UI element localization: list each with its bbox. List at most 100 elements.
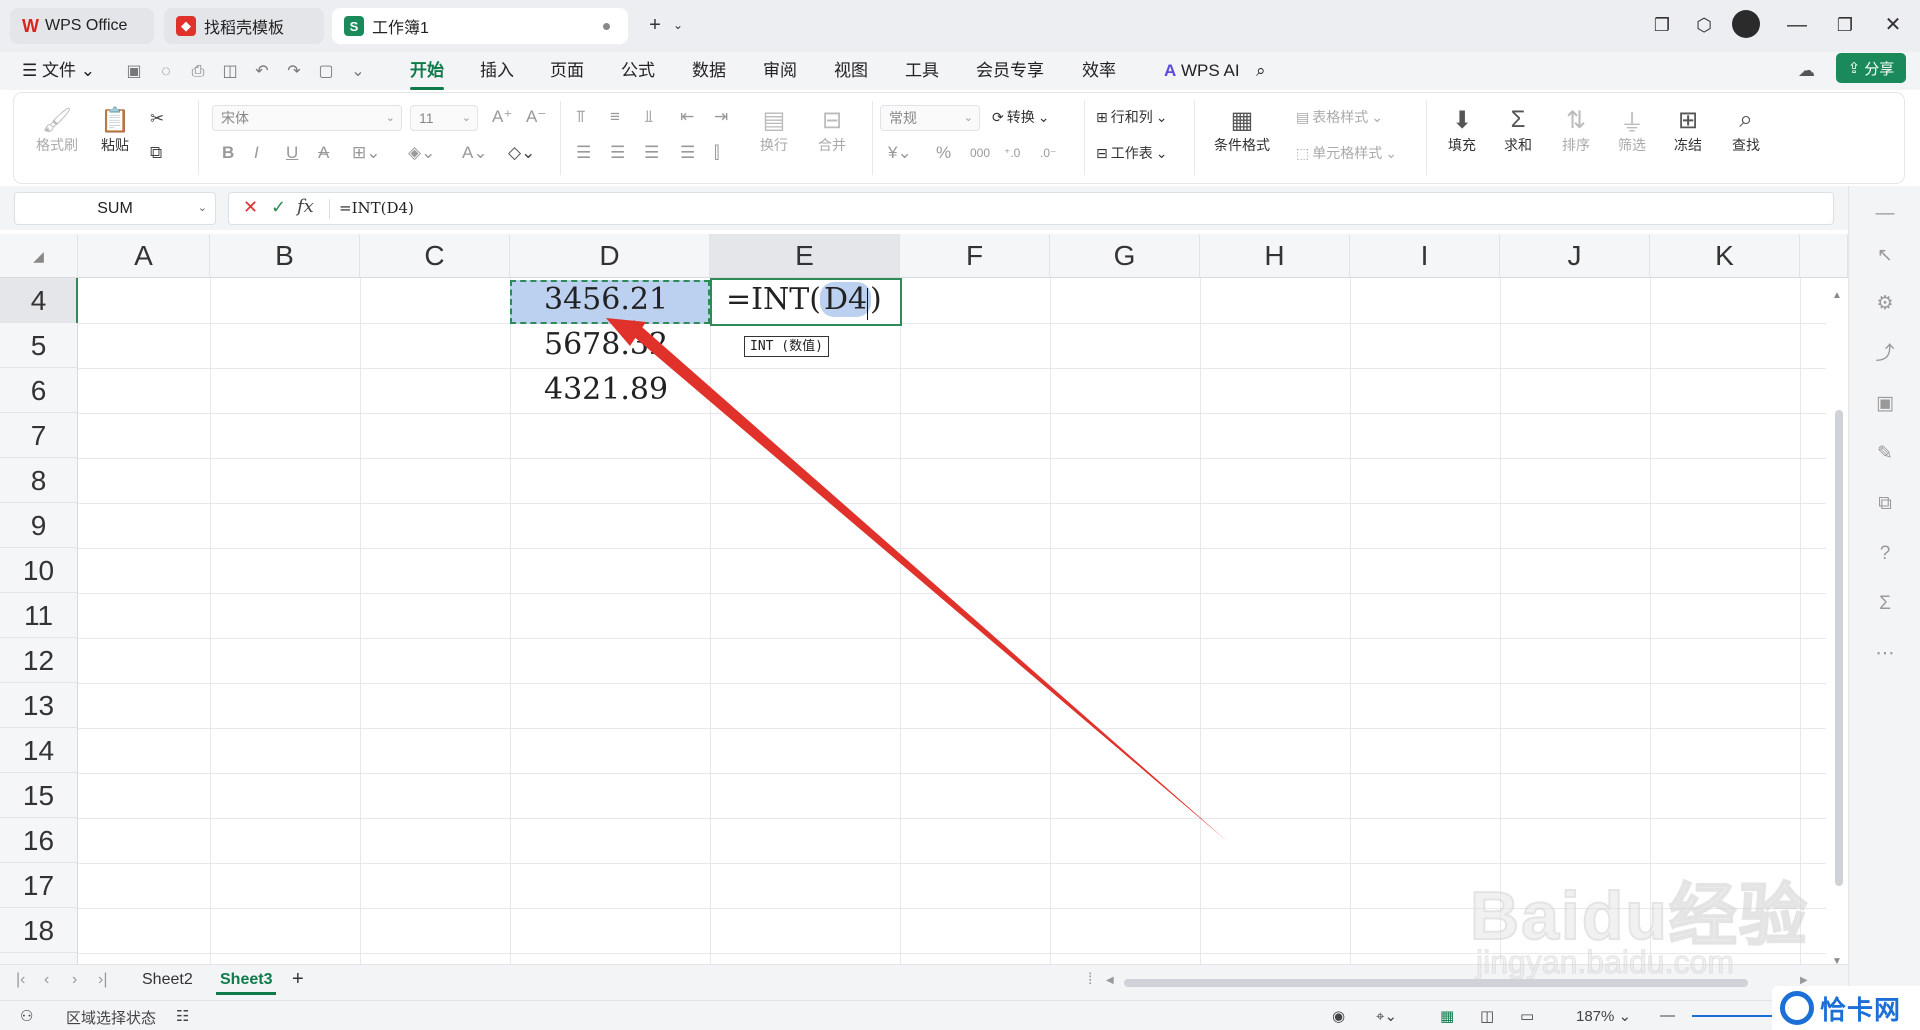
bookmark-icon[interactable]: ⧉ — [1873, 492, 1897, 516]
zoom-out-icon[interactable]: — — [1660, 1007, 1675, 1024]
distribute-icon[interactable]: ⫿ — [714, 143, 719, 163]
row-header-11[interactable]: 11 — [0, 593, 78, 638]
scroll-up-icon[interactable]: ▲ — [1832, 290, 1842, 301]
print-preview-icon[interactable]: ◫ — [220, 62, 240, 82]
row-col-button[interactable]: ⊞ 行和列 ⌄ — [1096, 107, 1167, 127]
settings-sliders-icon[interactable]: ⚙ — [1873, 292, 1897, 316]
row-header-18[interactable]: 18 — [0, 908, 78, 953]
font-size-select[interactable]: 11 ⌄ — [410, 105, 478, 131]
thousands-icon[interactable]: 000 — [970, 143, 990, 163]
bold-icon[interactable]: B — [222, 143, 234, 163]
cloud-upload-icon[interactable]: ☁ — [1798, 58, 1815, 84]
increase-indent-icon[interactable]: ⇥ — [714, 107, 728, 127]
new-tab-plus-icon[interactable]: + — [640, 12, 670, 38]
align-left-icon[interactable]: ☰ — [576, 143, 591, 163]
window-mode-icon[interactable]: ❐ — [1648, 12, 1676, 38]
currency-icon[interactable]: ¥⌄ — [888, 143, 912, 163]
cut-icon[interactable]: ✂ — [150, 109, 164, 129]
column-header-k[interactable]: K — [1650, 234, 1800, 278]
sheet-tab-sheet2[interactable]: Sheet2 — [142, 971, 193, 989]
convert-button[interactable]: ⟳ 转换 ⌄ — [992, 107, 1049, 127]
cancel-icon[interactable]: ✕ — [243, 197, 258, 218]
row-header-6[interactable]: 6 — [0, 368, 78, 413]
increase-font-icon[interactable]: A⁺ — [492, 107, 512, 127]
copy-icon[interactable]: ⧉ — [150, 143, 162, 163]
conditional-format-button[interactable]: ▦ 条件格式 — [1204, 105, 1280, 155]
column-header-g[interactable]: G — [1050, 234, 1200, 278]
column-header-i[interactable]: I — [1350, 234, 1500, 278]
more-icon[interactable]: ⋯ — [1873, 642, 1897, 666]
column-header-f[interactable]: F — [900, 234, 1050, 278]
confirm-check-icon[interactable]: ✓ — [271, 197, 286, 218]
row-header-17[interactable]: 17 — [0, 863, 78, 908]
underline-icon[interactable]: U — [286, 143, 298, 163]
row-header-14[interactable]: 14 — [0, 728, 78, 773]
sheet-list-icon[interactable]: ☷ — [176, 1007, 189, 1025]
scroll-down-icon[interactable]: ▼ — [1832, 956, 1842, 964]
scroll-left-icon[interactable]: ◀ — [1106, 975, 1114, 986]
zoom-slider[interactable] — [1692, 1015, 1772, 1017]
align-center-icon[interactable]: ☰ — [610, 143, 625, 163]
align-right-icon[interactable]: ☰ — [644, 143, 659, 163]
menu-view[interactable]: 视图 — [834, 58, 868, 84]
tab-list-chevron-icon[interactable]: ⌄ — [668, 12, 688, 38]
sum-button[interactable]: Σ 求和 — [1494, 105, 1542, 155]
cell-style-button[interactable]: ⬚ 单元格样式 ⌄ — [1296, 143, 1397, 163]
align-bottom-icon[interactable]: ⫫ — [644, 107, 654, 127]
freeze-button[interactable]: ⊞ 冻结 — [1664, 105, 1712, 155]
align-top-icon[interactable]: ⫪ — [576, 107, 586, 127]
border-icon[interactable]: ⊞⌄ — [352, 143, 381, 163]
row-header-10[interactable]: 10 — [0, 548, 78, 593]
normal-view-icon[interactable]: ▦ — [1440, 1007, 1454, 1025]
row-header-19[interactable] — [0, 953, 78, 964]
percent-icon[interactable]: % — [936, 143, 951, 163]
spreadsheet-grid[interactable]: ◢ A B C D E F G H I J K 4 5 6 7 8 9 10 1… — [0, 234, 1848, 964]
column-header-c[interactable]: C — [360, 234, 510, 278]
column-header-h[interactable]: H — [1200, 234, 1350, 278]
more-quick-chevron-icon[interactable]: ⌄ — [348, 62, 368, 82]
justify-icon[interactable]: ☰ — [680, 143, 695, 163]
prev-sheet-icon[interactable]: ‹ — [44, 971, 49, 989]
name-box[interactable]: SUM ⌄ — [14, 192, 216, 225]
eye-protection-icon[interactable]: ◉ — [1332, 1007, 1345, 1025]
row-header-12[interactable]: 12 — [0, 638, 78, 683]
select-all-corner[interactable]: ◢ — [0, 234, 78, 278]
sort-button[interactable]: ⇅ 排序 — [1552, 105, 1600, 155]
sheet-tab-sheet3[interactable]: Sheet3 — [215, 971, 277, 995]
clear-icon[interactable]: ◇⌄ — [508, 143, 535, 163]
page-break-icon[interactable]: ▭ — [1520, 1007, 1534, 1025]
wps-ai-button[interactable]: A WPS AI — [1164, 58, 1240, 84]
print-icon[interactable]: ⎙ — [188, 62, 208, 82]
row-header-5[interactable]: 5 — [0, 323, 78, 368]
font-color-icon[interactable]: A⌄ — [462, 143, 488, 163]
fill-button[interactable]: ⬇ 填充 — [1438, 105, 1486, 155]
undo-icon[interactable]: ↶ — [252, 62, 272, 82]
column-header-d[interactable]: D — [510, 234, 710, 278]
tools-icon[interactable]: ✎ — [1873, 442, 1897, 466]
column-header-b[interactable]: B — [210, 234, 360, 278]
tab-docer-templates[interactable]: ◆ 找稻壳模板 — [164, 8, 324, 44]
next-sheet-icon[interactable]: › — [72, 971, 77, 989]
save-icon[interactable]: ▣ — [124, 62, 144, 82]
share-button[interactable]: ⇪ 分享 — [1836, 53, 1906, 83]
row-header-16[interactable]: 16 — [0, 818, 78, 863]
font-name-select[interactable]: 宋体 ⌄ — [212, 105, 402, 131]
focus-mode-icon[interactable]: ⌖⌄ — [1376, 1007, 1397, 1025]
formula-sigma-icon[interactable]: Σ — [1873, 592, 1897, 616]
row-header-9[interactable]: 9 — [0, 503, 78, 548]
tab-workbook[interactable]: S 工作簿1 — [332, 8, 628, 44]
menu-formula[interactable]: 公式 — [621, 58, 655, 84]
increase-decimal-icon[interactable]: ⁺.0 — [1004, 143, 1020, 163]
tab-wps-office[interactable]: W WPS Office — [10, 8, 154, 44]
cell-d5[interactable]: 5678.32 — [544, 327, 668, 362]
avatar[interactable] — [1732, 10, 1760, 38]
menu-data[interactable]: 数据 — [692, 58, 726, 84]
close-icon[interactable]: ✕ — [1878, 12, 1908, 38]
cell-e4-editor[interactable]: =INT( D4 ) — [710, 278, 902, 326]
decrease-font-icon[interactable]: A⁻ — [526, 107, 546, 127]
help-icon[interactable]: ? — [1873, 542, 1897, 566]
merge-button[interactable]: ⊟ 合并 — [804, 105, 860, 155]
macro-record-icon[interactable]: ⚇ — [20, 1007, 33, 1025]
row-header-7[interactable]: 7 — [0, 413, 78, 458]
transform-icon[interactable]: ⤴ — [1873, 342, 1897, 366]
